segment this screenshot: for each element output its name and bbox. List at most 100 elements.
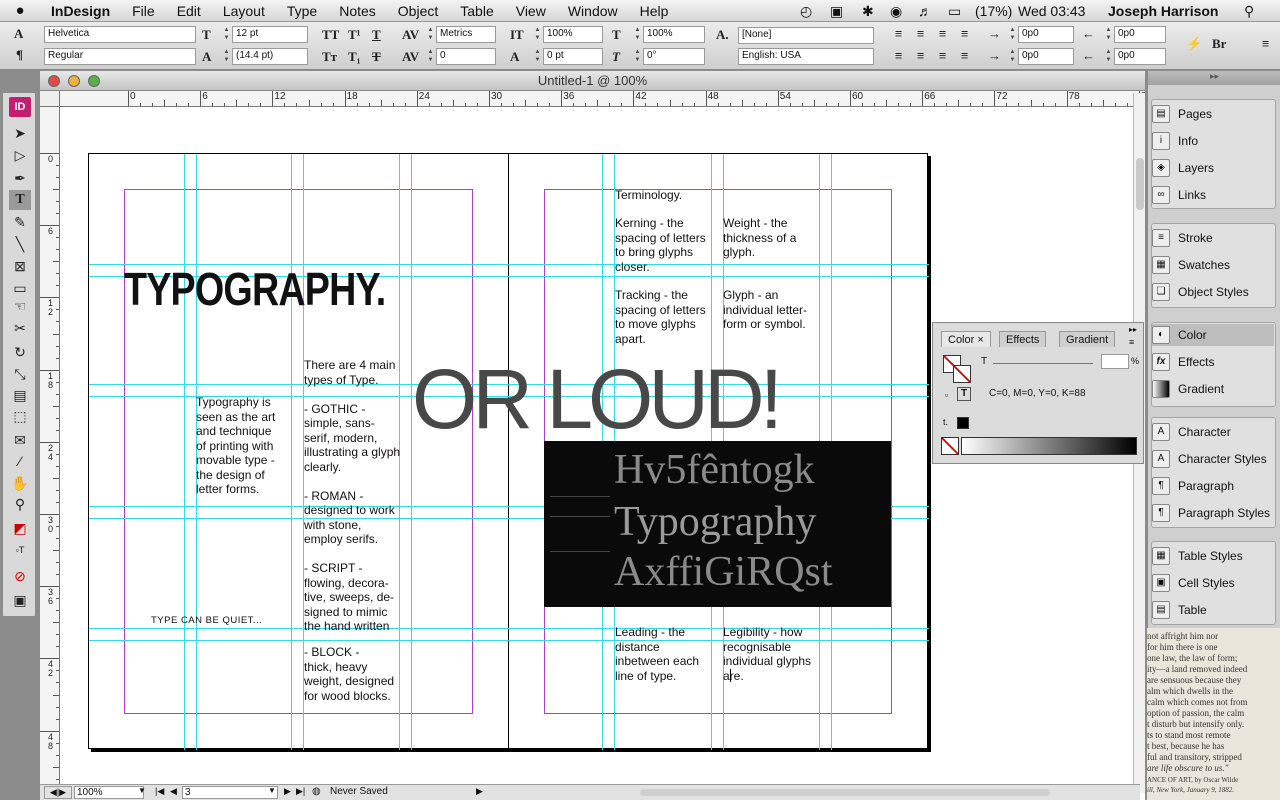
- bluetooth-icon[interactable]: ✱: [862, 0, 874, 22]
- skew-field[interactable]: 0°: [643, 48, 705, 65]
- menu-view[interactable]: View: [505, 3, 557, 19]
- menu-object[interactable]: Object: [387, 3, 449, 19]
- close-tab-icon[interactable]: ×: [977, 334, 983, 346]
- terminology-heading[interactable]: Terminology.: [615, 188, 682, 203]
- black-swatch-icon[interactable]: [957, 417, 969, 429]
- formatting-text-icon[interactable]: T: [957, 387, 971, 401]
- vertical-scroll-thumb[interactable]: [1136, 158, 1144, 210]
- scissors-tool-icon[interactable]: ✂: [9, 318, 31, 338]
- panel-paragraph[interactable]: ¶ Paragraph: [1152, 475, 1274, 497]
- dock-header[interactable]: ▸▸: [1148, 71, 1280, 85]
- leading-stepper[interactable]: ▲ ▼: [222, 48, 231, 65]
- intro-text-frame[interactable]: Typography is seen as the art and techni…: [196, 395, 275, 497]
- menu-edit[interactable]: Edit: [166, 3, 212, 19]
- rectangle-frame-tool-icon[interactable]: ⊠: [9, 256, 31, 276]
- menu-help[interactable]: Help: [629, 3, 680, 19]
- menu-layout[interactable]: Layout: [212, 3, 276, 19]
- baseline-shift-field[interactable]: 0 pt: [543, 48, 603, 65]
- superscript-icon[interactable]: T¹: [348, 27, 361, 43]
- align-right-icon[interactable]: ≡: [939, 26, 946, 42]
- panel-collapse-icon[interactable]: ▸▸: [1129, 325, 1137, 334]
- page-number-field[interactable]: 3: [182, 786, 278, 799]
- screen-mode-icon[interactable]: ▣: [9, 590, 31, 610]
- headline-typography[interactable]: TYPOGRAPHY.: [124, 262, 386, 316]
- zoom-level-field[interactable]: 100%: [74, 786, 144, 799]
- panel-table-styles[interactable]: ▦ Table Styles: [1152, 545, 1274, 567]
- tracking-text-frame[interactable]: Tracking - the spacing of letters to mov…: [615, 288, 706, 346]
- baseline-shift-stepper[interactable]: ▲ ▼: [533, 48, 542, 65]
- kerning-field[interactable]: Metrics: [436, 26, 496, 43]
- apply-none-icon[interactable]: ⊘: [9, 566, 31, 586]
- last-line-indent-stepper[interactable]: ▲ ▼: [1104, 48, 1113, 65]
- page-spread[interactable]: TYPOGRAPHY. Typography is seen as the ar…: [88, 153, 929, 750]
- color-tab[interactable]: Color ×: [941, 331, 991, 347]
- right-indent-stepper[interactable]: ▲ ▼: [1104, 26, 1113, 43]
- gradient-tab[interactable]: Gradient: [1059, 331, 1116, 347]
- align-spine-icon[interactable]: ≡: [961, 48, 968, 64]
- justify-all-icon[interactable]: ≡: [939, 48, 946, 64]
- volume-icon[interactable]: ♬: [918, 0, 932, 22]
- panel-table[interactable]: ▤ Table: [1152, 599, 1274, 621]
- battery-icon[interactable]: ▭: [948, 0, 961, 22]
- formatting-container-icon[interactable]: ▫: [945, 390, 948, 400]
- minimize-window-icon[interactable]: [68, 75, 80, 87]
- font-style-field[interactable]: Regular: [44, 48, 196, 65]
- character-mode-icon[interactable]: A: [14, 26, 23, 42]
- note-tool-icon[interactable]: ✉: [9, 430, 31, 450]
- lightning-icon[interactable]: ⚡: [1186, 36, 1202, 52]
- all-caps-icon[interactable]: TT: [322, 27, 339, 43]
- type-specimen-image[interactable]: Hv5fêntogk Typography AxffiGiRQst: [544, 441, 891, 607]
- weight-text-frame[interactable]: Weight - the thickness of a glyph.: [723, 216, 796, 260]
- panel-pages[interactable]: ▤ Pages: [1152, 103, 1274, 125]
- first-line-indent-field[interactable]: 0p0: [1018, 48, 1074, 65]
- panel-stroke[interactable]: ≡ Stroke: [1152, 227, 1274, 249]
- font-family-field[interactable]: Helvetica: [44, 26, 196, 43]
- clock[interactable]: Wed 03:43: [1018, 0, 1085, 22]
- color-panel-menu-icon[interactable]: ≡: [1129, 337, 1134, 347]
- document-toggle-icon[interactable]: ◀|▶: [44, 786, 72, 799]
- eyedropper-tool-icon[interactable]: ⁄: [9, 451, 31, 471]
- menu-window[interactable]: Window: [557, 3, 629, 19]
- close-window-icon[interactable]: [48, 75, 60, 87]
- apple-menu-icon[interactable]: ●: [0, 2, 40, 19]
- menu-type[interactable]: Type: [276, 3, 328, 19]
- justify-center-icon[interactable]: ≡: [895, 48, 902, 64]
- kerning-text-frame[interactable]: Kerning - the spacing of letters to brin…: [615, 216, 706, 274]
- leading-text-frame[interactable]: Leading - the distance inbetween each li…: [615, 625, 699, 683]
- strikethrough-icon[interactable]: T: [372, 49, 381, 65]
- align-center-icon[interactable]: ≡: [917, 26, 924, 42]
- previous-page-icon[interactable]: ◀: [170, 786, 177, 797]
- scale-tool-icon[interactable]: ⤡: [9, 364, 31, 384]
- leading-field[interactable]: (14.4 pt): [232, 48, 308, 65]
- first-page-icon[interactable]: |◀: [155, 786, 164, 797]
- right-indent-field[interactable]: 0p0: [1114, 26, 1166, 43]
- vertical-scale-field[interactable]: 100%: [543, 26, 603, 43]
- legibility-text-frame[interactable]: Legibility - how recognisable individual…: [723, 625, 811, 683]
- pen-tool-icon[interactable]: ✒: [9, 168, 31, 188]
- selection-tool-icon[interactable]: ➤: [9, 123, 31, 143]
- free-transform-tool-icon[interactable]: ⬚: [9, 406, 31, 426]
- color-ramp[interactable]: [961, 437, 1137, 455]
- effects-tab[interactable]: Effects: [999, 331, 1047, 347]
- panel-links[interactable]: ∞ Links: [1152, 184, 1274, 206]
- panel-swatches[interactable]: ▦ Swatches: [1152, 254, 1274, 276]
- display-icon[interactable]: ▣: [830, 0, 843, 22]
- next-page-icon[interactable]: ▶: [284, 786, 291, 797]
- tint-slider-track[interactable]: [993, 363, 1093, 364]
- font-size-field[interactable]: 12 pt: [232, 26, 308, 43]
- type-tool-icon[interactable]: T: [9, 190, 31, 210]
- bridge-icon[interactable]: Br: [1212, 36, 1226, 52]
- rotate-tool-icon[interactable]: ↻: [9, 342, 31, 362]
- preflight-icon[interactable]: ◍: [312, 786, 321, 797]
- menu-notes[interactable]: Notes: [328, 3, 387, 19]
- tint-value-field[interactable]: [1101, 354, 1129, 369]
- wifi-icon[interactable]: ◉: [890, 0, 902, 22]
- tracking-stepper[interactable]: ▲ ▼: [426, 48, 435, 65]
- line-tool-icon[interactable]: ╲: [9, 234, 31, 254]
- subscript-icon[interactable]: T₁: [348, 49, 361, 65]
- pencil-tool-icon[interactable]: ✎: [9, 212, 31, 232]
- font-size-stepper[interactable]: ▲ ▼: [222, 26, 231, 43]
- column-guide[interactable]: [184, 154, 185, 750]
- justify-left-icon[interactable]: ≡: [961, 26, 968, 42]
- panel-gradient[interactable]: Gradient: [1152, 378, 1274, 400]
